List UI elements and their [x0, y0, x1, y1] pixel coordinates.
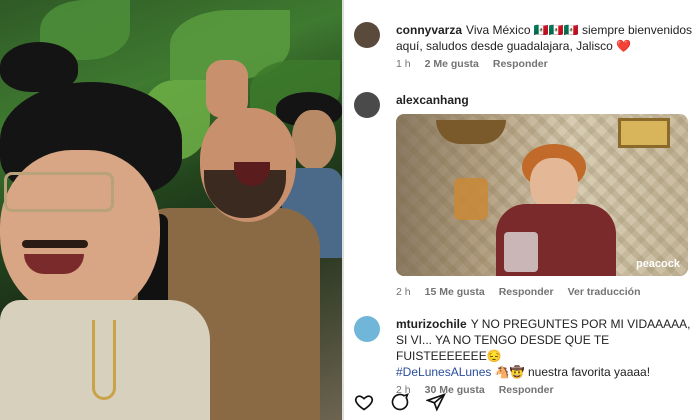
gif-watermark: peacock: [635, 258, 680, 270]
comment-likes[interactable]: 15 Me gusta: [425, 286, 485, 298]
heart-outline-icon[interactable]: [354, 392, 374, 417]
comment-username[interactable]: connyvarza: [396, 23, 462, 37]
raised-hand: [206, 60, 248, 118]
comment-likes[interactable]: 2 Me gusta: [425, 58, 479, 70]
comment-meta: 1 h 2 Me gusta Responder: [396, 58, 694, 70]
glasses: [4, 172, 114, 212]
person-mustache: [22, 240, 88, 248]
comment-text: alexcanhang: [396, 92, 694, 108]
reply-link[interactable]: Responder: [499, 384, 554, 396]
comments-panel: connyvarza Viva México 🇲🇽🇲🇽🇲🇽 siempre bie…: [344, 0, 700, 420]
post-actions: [354, 392, 446, 417]
picture-frame: [618, 118, 670, 148]
reply-link[interactable]: Responder: [493, 58, 548, 70]
avatar[interactable]: [354, 316, 380, 342]
comment-time: 1 h: [396, 58, 411, 70]
comment-time: 2 h: [396, 286, 411, 298]
translation-link[interactable]: Ver traducción: [568, 286, 641, 298]
comment-username[interactable]: mturizochile: [396, 317, 467, 331]
gold-chain: [92, 320, 116, 400]
avatar[interactable]: [354, 92, 380, 118]
comment-gif[interactable]: peacock: [396, 114, 688, 276]
comment-meta: 2 h 15 Me gusta Responder Ver traducción: [396, 286, 694, 298]
share-send-icon[interactable]: [425, 392, 446, 417]
pitcher: [454, 178, 488, 220]
woman-face: [530, 158, 578, 210]
video-frame[interactable]: [0, 0, 342, 420]
comment-username[interactable]: alexcanhang: [396, 93, 469, 107]
avatar[interactable]: [354, 22, 380, 48]
reply-link[interactable]: Responder: [499, 286, 554, 298]
comment-text: connyvarza Viva México 🇲🇽🇲🇽🇲🇽 siempre bie…: [396, 22, 694, 54]
comment-text: mturizochile Y NO PREGUNTES POR MI VIDAAA…: [396, 316, 694, 380]
hashtag-link[interactable]: #DeLunesALunes: [396, 365, 491, 379]
comment-bubble-icon[interactable]: [390, 392, 410, 417]
glass: [504, 232, 538, 272]
person-face: [292, 110, 336, 170]
heart-emoji: ❤️: [616, 39, 632, 53]
comment-body-2: 🐴🤠 nuestra favorita yaaaa!: [494, 365, 651, 379]
